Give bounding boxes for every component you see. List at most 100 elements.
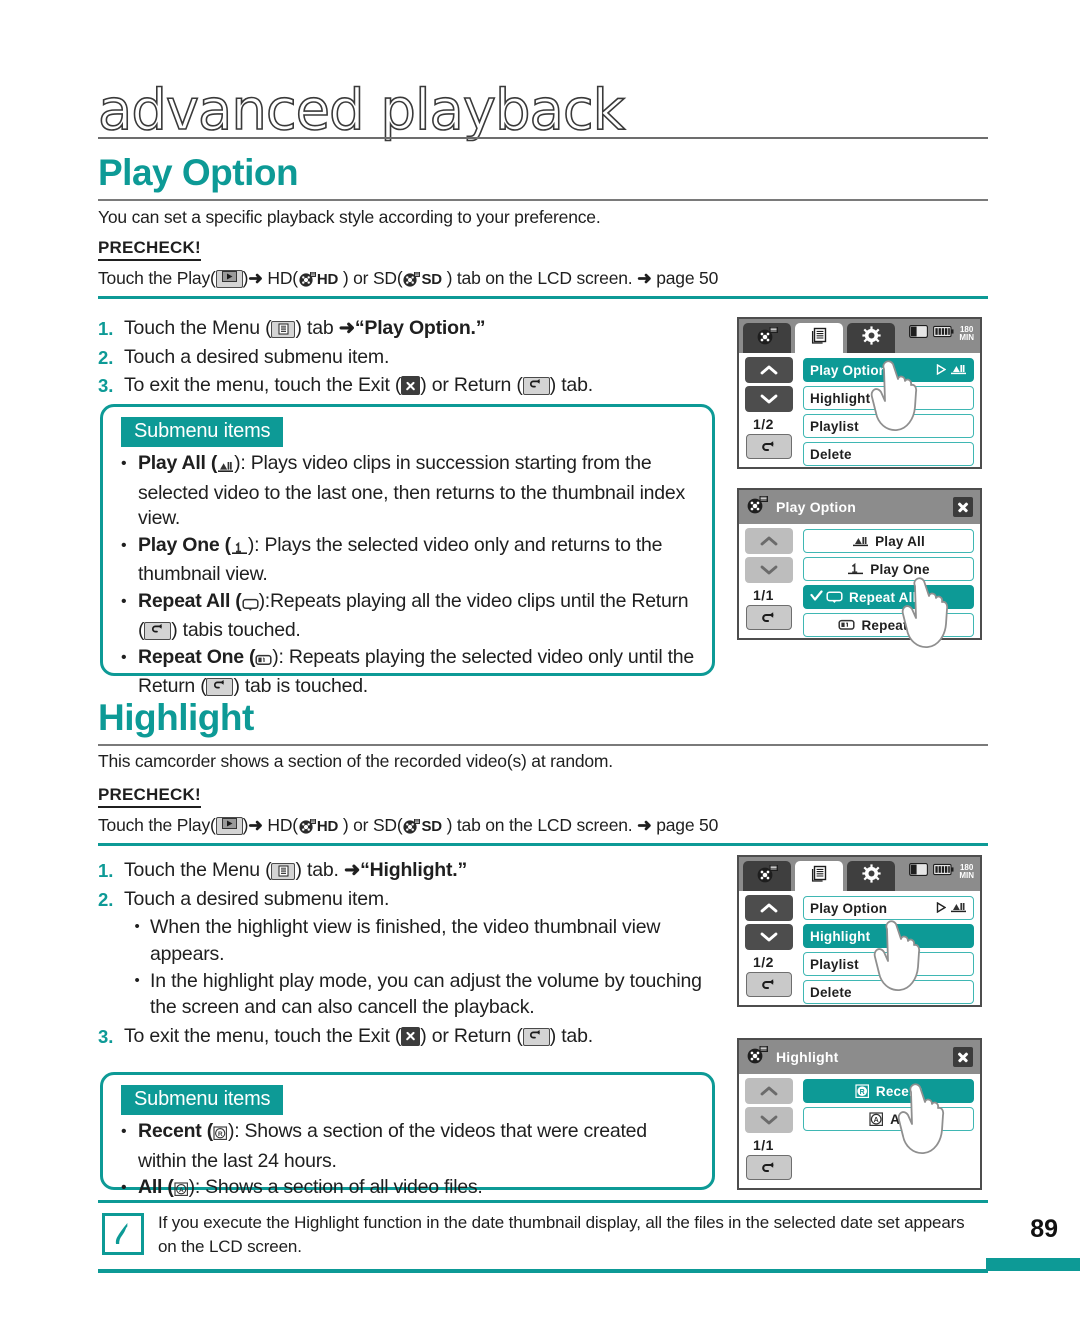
recent-icon: R xyxy=(213,1123,228,1149)
row-label: Playlist xyxy=(810,956,859,972)
list-item: • Play All (): Plays video clips in succe… xyxy=(121,452,685,530)
scroll-up-button[interactable] xyxy=(745,357,793,383)
menu-row-highlight[interactable]: Highlight xyxy=(803,924,974,948)
step-text: Touch a desired submenu item. xyxy=(124,887,390,910)
row-label: Playlist xyxy=(810,418,859,434)
page-indicator: 1/2 xyxy=(753,416,774,432)
close-icon[interactable] xyxy=(953,1047,973,1067)
bullet-icon: • xyxy=(121,1123,127,1140)
all-icon: A xyxy=(869,1111,884,1127)
row-label: Highlight xyxy=(810,390,871,406)
return-button[interactable] xyxy=(746,605,792,630)
precheck-arrow-2: ➜ xyxy=(248,815,263,835)
lcd-screen-menu-highlight: 180 MIN 1/2 Play Option Highlight Playli… xyxy=(737,855,982,1007)
tab-settings-gear[interactable] xyxy=(847,323,895,353)
sd-film-icon xyxy=(402,271,421,293)
lcd-status-bar: 180 MIN xyxy=(909,325,974,343)
submenu-items-badge: Submenu items xyxy=(121,1085,284,1115)
tab-film-reel[interactable] xyxy=(743,323,791,353)
recording-time: 180 MIN xyxy=(959,325,974,342)
tab-film-reel[interactable] xyxy=(743,861,791,891)
tab-menu-pages[interactable] xyxy=(795,861,843,891)
page-indicator: 1/1 xyxy=(753,587,774,603)
page-number: 89 xyxy=(1030,1215,1058,1243)
close-icon[interactable] xyxy=(953,497,973,517)
row-label: Delete xyxy=(810,984,852,1000)
chevron-down-icon xyxy=(760,1115,778,1125)
submenu-row-recent[interactable]: R Recent xyxy=(803,1079,974,1103)
lcd-menu-list: Play Option Highlight Playlist Delete xyxy=(801,891,980,1007)
lcd-screen-menu-play-option: 180 MIN 1/2 Play Option Highlight Playli… xyxy=(737,317,982,469)
bullet-icon: • xyxy=(134,971,140,989)
submenu-row-repeat-one[interactable]: Repeat One xyxy=(803,613,974,637)
scroll-down-button[interactable] xyxy=(745,924,793,950)
submenu-items-badge: Submenu items xyxy=(121,417,284,447)
tab-menu-pages[interactable] xyxy=(795,323,843,353)
row-label: Play All xyxy=(875,533,925,549)
menu-row-play-option[interactable]: Play Option xyxy=(803,358,974,382)
exit-icon xyxy=(401,376,421,396)
page-indicator: 1/1 xyxy=(753,1137,774,1153)
step-text: To exit the menu, touch the Exit () or R… xyxy=(124,373,718,399)
list-item: • Repeat One (): Repeats playing the sele… xyxy=(121,645,694,698)
return-button[interactable] xyxy=(746,434,792,459)
section-rule-highlight xyxy=(98,744,988,746)
lcd-nav-column: 1/2 xyxy=(739,353,801,469)
card-icon xyxy=(909,325,929,343)
precheck-text-1c: HD( xyxy=(262,268,298,288)
scroll-up-button[interactable] xyxy=(745,1078,793,1104)
menu-row-play-option[interactable]: Play Option xyxy=(803,896,974,920)
gear-icon xyxy=(861,325,882,351)
substep-item: • In the highlight play mode, you can adj… xyxy=(124,968,718,1020)
menu-row-delete[interactable]: Delete xyxy=(803,442,974,466)
precheck-text-2d: ) or SD( xyxy=(338,815,403,835)
lcd-body: 1/2 Play Option Highlight Playlist Delet… xyxy=(739,353,980,469)
play-one-icon xyxy=(231,537,248,563)
note-text: If you execute the Highlight function in… xyxy=(158,1213,965,1257)
play-all-icon xyxy=(852,535,869,547)
scroll-up-button[interactable] xyxy=(745,528,793,554)
step-number: 3. xyxy=(98,1025,114,1047)
return-button[interactable] xyxy=(746,1155,792,1180)
lcd-nav-column: 1/1 xyxy=(739,1074,801,1190)
row-label: Repeat One xyxy=(861,617,939,633)
scroll-down-button[interactable] xyxy=(745,1107,793,1133)
row-label: Play Option xyxy=(810,900,888,916)
step-text: Touch the Menu () tab ➜“Play Option.” xyxy=(124,316,718,342)
submenu-row-play-all[interactable]: Play All xyxy=(803,529,974,553)
precheck-label-1: PRECHECK! xyxy=(98,238,201,261)
step-text-c: ) tab. xyxy=(549,1024,593,1047)
step-number: 1. xyxy=(98,860,114,881)
precheck-text-1a: Touch the Play( xyxy=(98,268,216,288)
play-icon xyxy=(215,817,243,835)
play-arrow-icon xyxy=(936,363,947,378)
submenu-callout-highlight: Submenu items • Recent (R): Shows a secti… xyxy=(100,1072,715,1198)
return-button[interactable] xyxy=(746,972,792,997)
step-text: Touch the Menu () tab. ➜“Highlight.” xyxy=(124,858,718,884)
scroll-down-button[interactable] xyxy=(745,386,793,412)
page-ref-2: page 50 xyxy=(651,815,719,835)
play-one-icon xyxy=(847,563,864,575)
hd-film-icon xyxy=(298,271,317,293)
submenu-row-play-one[interactable]: Play One xyxy=(803,557,974,581)
menu-row-highlight[interactable]: Highlight xyxy=(803,386,974,410)
section-intro-highlight: This camcorder shows a section of the re… xyxy=(98,751,613,771)
page-ref-arrow-2: ➜ xyxy=(637,815,652,835)
submenu-row-repeat-all[interactable]: Repeat All xyxy=(803,585,974,609)
submenu-row-all[interactable]: A All xyxy=(803,1107,974,1131)
menu-row-delete[interactable]: Delete xyxy=(803,980,974,1004)
tab-settings-gear[interactable] xyxy=(847,861,895,891)
svg-text:A: A xyxy=(874,1117,879,1124)
scroll-down-button[interactable] xyxy=(745,557,793,583)
lcd-menu-list: Play Option Highlight Playlist Delete xyxy=(801,353,980,469)
step-number: 2. xyxy=(98,346,114,368)
menu-row-playlist[interactable]: Playlist xyxy=(803,952,974,976)
menu-row-playlist[interactable]: Playlist xyxy=(803,414,974,438)
recording-time: 180 MIN xyxy=(959,863,974,880)
lcd-screen-play-option-submenu: Play Option 1/1 Play All Play One Repeat… xyxy=(737,488,982,648)
scroll-up-button[interactable] xyxy=(745,895,793,921)
page-ref-arrow-1: ➜ xyxy=(637,268,652,288)
play-arrow-icon xyxy=(936,901,947,916)
precheck-arrow-1: ➜ xyxy=(248,268,263,288)
bullet-icon: • xyxy=(121,592,127,610)
